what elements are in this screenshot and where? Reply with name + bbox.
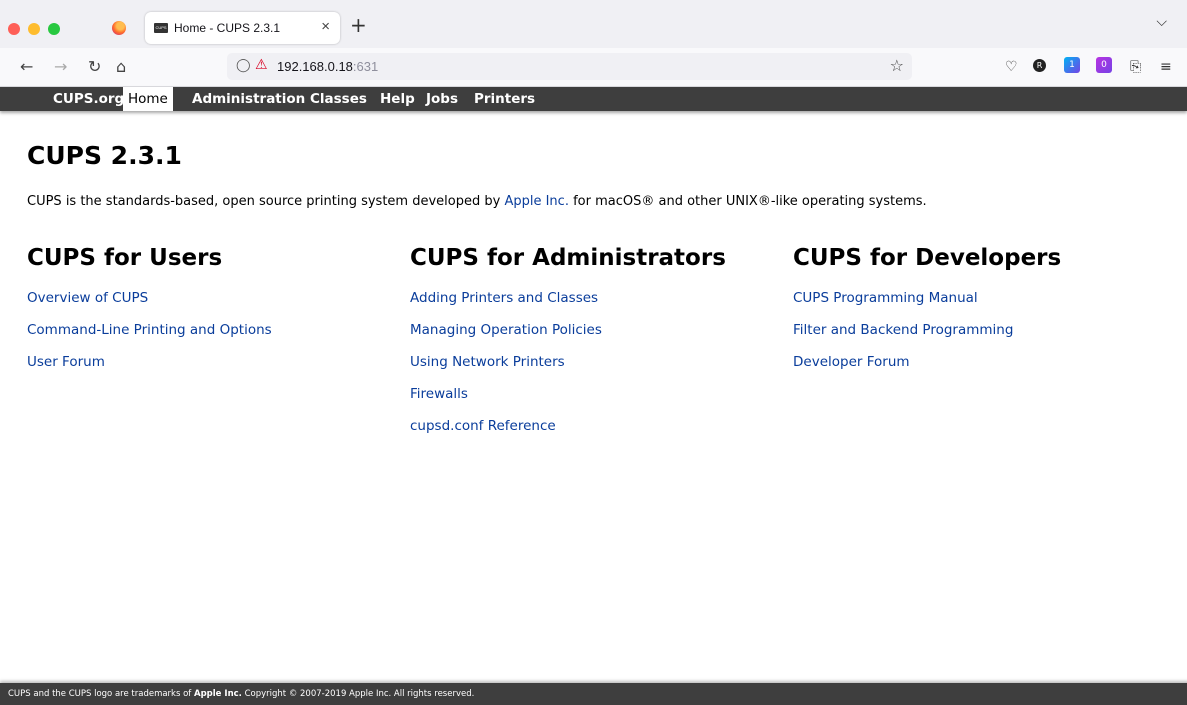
managing-policies-link[interactable]: Managing Operation Policies — [410, 321, 726, 339]
intro-paragraph: CUPS is the standards-based, open source… — [27, 194, 927, 209]
home-icon[interactable]: ⌂ — [116, 57, 126, 76]
new-tab-button[interactable]: + — [350, 13, 367, 37]
bookmark-star-icon[interactable]: ☆ — [890, 56, 904, 75]
cupsd-conf-link[interactable]: cupsd.conf Reference — [410, 417, 726, 435]
intro-text-after: for macOS® and other UNIX®-like operatin… — [568, 194, 927, 209]
footer-text-before: CUPS and the CUPS logo are trademarks of — [8, 689, 195, 699]
zoom-window-button[interactable] — [48, 23, 60, 35]
command-line-printing-link[interactable]: Command-Line Printing and Options — [27, 321, 272, 339]
close-tab-icon[interactable]: × — [321, 18, 330, 35]
hamburger-menu-icon[interactable]: ≡ — [1160, 59, 1172, 75]
extension-badge-0-icon[interactable]: 0 — [1096, 57, 1112, 73]
footer-apple-inc: Apple Inc. — [194, 689, 242, 699]
url-bar[interactable]: ◯ ⚠ 192.168.0.18:631 ☆ — [227, 53, 912, 80]
users-column: CUPS for Users Overview of CUPS Command-… — [27, 245, 272, 385]
reload-icon[interactable]: ↻ — [88, 57, 101, 76]
page-title: CUPS 2.3.1 — [27, 141, 182, 170]
nav-link-jobs[interactable]: Jobs — [421, 87, 463, 111]
back-arrow-icon[interactable]: ← — [20, 57, 33, 76]
nav-link-administration[interactable]: Administration — [187, 87, 310, 111]
firefox-icon[interactable] — [112, 21, 126, 35]
share-icon[interactable]: ⎘ — [1130, 59, 1141, 75]
extension-badge-1-icon[interactable]: 1 — [1064, 57, 1080, 73]
minimize-window-button[interactable] — [28, 23, 40, 35]
users-heading: CUPS for Users — [27, 245, 223, 271]
cups-favicon-icon: CUPS — [154, 23, 168, 33]
nav-link-printers[interactable]: Printers — [469, 87, 540, 111]
programming-manual-link[interactable]: CUPS Programming Manual — [793, 289, 1061, 307]
developers-heading: CUPS for Developers — [793, 245, 1062, 271]
footer-text-after: Copyright © 2007-2019 Apple Inc. All rig… — [241, 689, 475, 699]
apple-inc-link[interactable]: Apple Inc. — [504, 194, 569, 209]
developers-column: CUPS for Developers CUPS Programming Man… — [793, 245, 1061, 385]
user-forum-link[interactable]: User Forum — [27, 353, 272, 371]
tab-title: Home - CUPS 2.3.1 — [174, 21, 281, 35]
url-text[interactable]: 192.168.0.18:631 — [277, 59, 378, 74]
cups-nav-bar: CUPS.org Home Administration Classes Hel… — [0, 87, 1187, 111]
adding-printers-link[interactable]: Adding Printers and Classes — [410, 289, 726, 307]
insecure-lock-icon[interactable]: ⚠ — [255, 57, 268, 73]
administrators-column: CUPS for Administrators Adding Printers … — [410, 245, 726, 449]
firewalls-link[interactable]: Firewalls — [410, 385, 726, 403]
tab-home[interactable]: CUPS Home - CUPS 2.3.1 × — [145, 12, 340, 44]
tab-bar: CUPS Home - CUPS 2.3.1 × + ⌵ — [0, 0, 1187, 48]
url-host: 192.168.0.18 — [277, 59, 353, 74]
filter-backend-link[interactable]: Filter and Backend Programming — [793, 321, 1061, 339]
chevron-down-icon[interactable]: ⌵ — [1156, 14, 1167, 30]
url-port: :631 — [352, 59, 379, 74]
administrators-heading: CUPS for Administrators — [410, 245, 726, 271]
footer: CUPS and the CUPS logo are trademarks of… — [0, 683, 1187, 705]
close-window-button[interactable] — [8, 23, 20, 35]
forward-arrow-icon[interactable]: → — [54, 57, 67, 76]
extension-r-icon[interactable]: R — [1033, 59, 1046, 72]
nav-link-home[interactable]: Home — [123, 87, 173, 111]
overview-of-cups-link[interactable]: Overview of CUPS — [27, 289, 272, 307]
nav-link-classes[interactable]: Classes — [305, 87, 372, 111]
developer-forum-link[interactable]: Developer Forum — [793, 353, 1061, 371]
nav-link-cups-org[interactable]: CUPS.org — [48, 87, 129, 111]
pocket-icon[interactable]: ♡ — [1005, 59, 1018, 75]
network-printers-link[interactable]: Using Network Printers — [410, 353, 726, 371]
tracking-shield-icon[interactable]: ◯ — [236, 58, 251, 73]
intro-text-before: CUPS is the standards-based, open source… — [27, 194, 505, 209]
nav-link-help[interactable]: Help — [375, 87, 420, 111]
